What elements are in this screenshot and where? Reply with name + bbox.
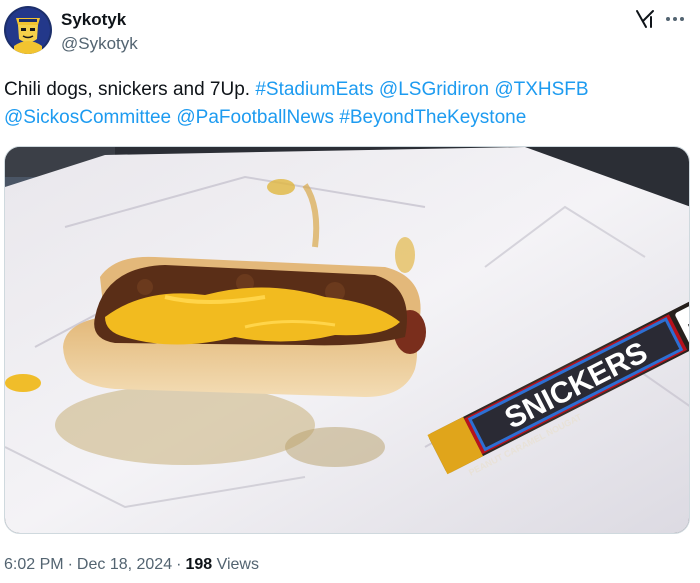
hashtag-link[interactable]: #BeyondTheKeystone (339, 107, 526, 128)
more-options-icon[interactable] (664, 8, 686, 30)
tweet-media-photo[interactable]: SNICKERS 50 PEANUT CARAMEL NOUGAT (4, 146, 690, 534)
author-avatar[interactable] (4, 6, 52, 54)
grok-icon[interactable] (634, 8, 656, 30)
author-info: Sykotyk @Sykotyk (61, 9, 138, 54)
author-display-name[interactable]: Sykotyk (61, 9, 138, 30)
meta-separator: · (67, 556, 73, 573)
views-label: Views (216, 556, 259, 573)
mention-link[interactable]: @LSGridiron (379, 79, 489, 100)
tweet-time[interactable]: 6:02 PM (4, 556, 64, 573)
sykotyk-avatar-icon (4, 6, 52, 54)
hashtag-link[interactable]: #StadiumEats (255, 79, 373, 100)
tweet-text: Chili dogs, snickers and 7Up. #StadiumEa… (4, 76, 694, 132)
meta-separator-2: · (176, 556, 182, 573)
tweet-text-segment: Chili dogs, snickers and 7Up. (4, 79, 256, 100)
author-handle[interactable]: @Sykotyk (61, 33, 138, 54)
views-count[interactable]: 198 (185, 556, 212, 573)
mention-link[interactable]: @PaFootballNews (176, 107, 334, 128)
chili-dog-snickers-photo: SNICKERS 50 PEANUT CARAMEL NOUGAT (5, 147, 689, 533)
mention-link[interactable]: @SickosCommittee (4, 107, 171, 128)
tweet-meta: 6:02 PM · Dec 18, 2024 · 198 Views (4, 555, 259, 575)
mention-link[interactable]: @TXHSFB (494, 79, 588, 100)
tweet-date[interactable]: Dec 18, 2024 (77, 556, 172, 573)
